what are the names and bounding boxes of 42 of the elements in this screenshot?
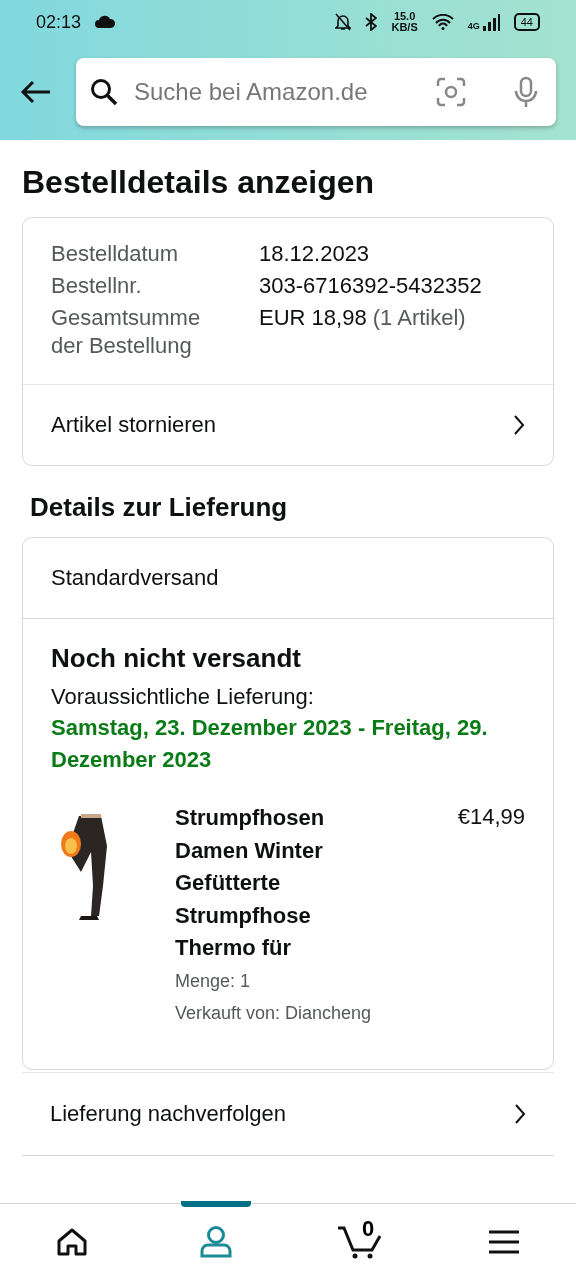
- field-label: Bestellnr.: [51, 272, 143, 300]
- cart-tab[interactable]: 0: [288, 1204, 432, 1280]
- back-arrow-icon[interactable]: [20, 80, 52, 104]
- bluetooth-icon: [365, 13, 378, 31]
- network-type: 4G: [467, 21, 480, 31]
- speed-unit: KB/S: [391, 22, 418, 33]
- shipping-method: Standardversand: [51, 565, 219, 591]
- product-price: €14,99: [457, 803, 525, 831]
- microphone-icon[interactable]: [514, 76, 538, 108]
- person-icon: [199, 1226, 233, 1258]
- cancel-items-row[interactable]: Artikel stornieren: [23, 385, 553, 465]
- cart-count: 0: [362, 1216, 375, 1242]
- product-title[interactable]: Strumpfhosen Damen Winter Gefütterte Strumpfhose Thermo für: [175, 802, 355, 965]
- seller: Verkauft von: Diancheng: [175, 1001, 373, 1025]
- chevron-right-icon: [513, 414, 525, 436]
- speed-value: 15.0: [393, 11, 416, 22]
- field-value: 303-6716392-5432352: [259, 273, 482, 298]
- search-bar[interactable]: Suche bei Amazon.de: [76, 58, 556, 126]
- field-value: EUR 18,98: [259, 305, 367, 330]
- shipment-status: Noch nicht versandt: [51, 643, 301, 674]
- field-label: Bestelldatum: [51, 240, 180, 268]
- clock: 02:13: [36, 11, 82, 33]
- delivery-date: Samstag, 23. Dezember 2023 - Freitag, 29. Dezember 2023: [51, 714, 489, 774]
- page-title: Bestelldetails anzeigen: [22, 164, 375, 201]
- cloud-icon: [95, 14, 116, 30]
- camera-scan-icon[interactable]: [436, 77, 466, 107]
- menu-icon: [489, 1230, 519, 1254]
- field-label: Gesamtsumme der Bestellung: [51, 304, 202, 360]
- chevron-right-icon: [514, 1102, 526, 1125]
- section-heading: Details zur Lieferung: [30, 492, 288, 523]
- search-icon: [90, 78, 118, 106]
- track-delivery-row[interactable]: Lieferung nachverfolgen: [22, 1071, 554, 1156]
- field-value: 18.12.2023: [259, 241, 370, 266]
- search-input[interactable]: Suche bei Amazon.de: [132, 77, 422, 107]
- quantity: Menge: 1: [175, 969, 252, 993]
- item-count: (1 Artikel): [372, 305, 466, 330]
- wifi-icon: [431, 14, 454, 30]
- signal-icon: [481, 13, 500, 31]
- battery-indicator: 44: [513, 13, 540, 31]
- bell-muted-icon: [335, 13, 352, 31]
- delivery-label: Voraussichtliche Lieferung:: [51, 684, 314, 710]
- home-icon: [56, 1227, 88, 1257]
